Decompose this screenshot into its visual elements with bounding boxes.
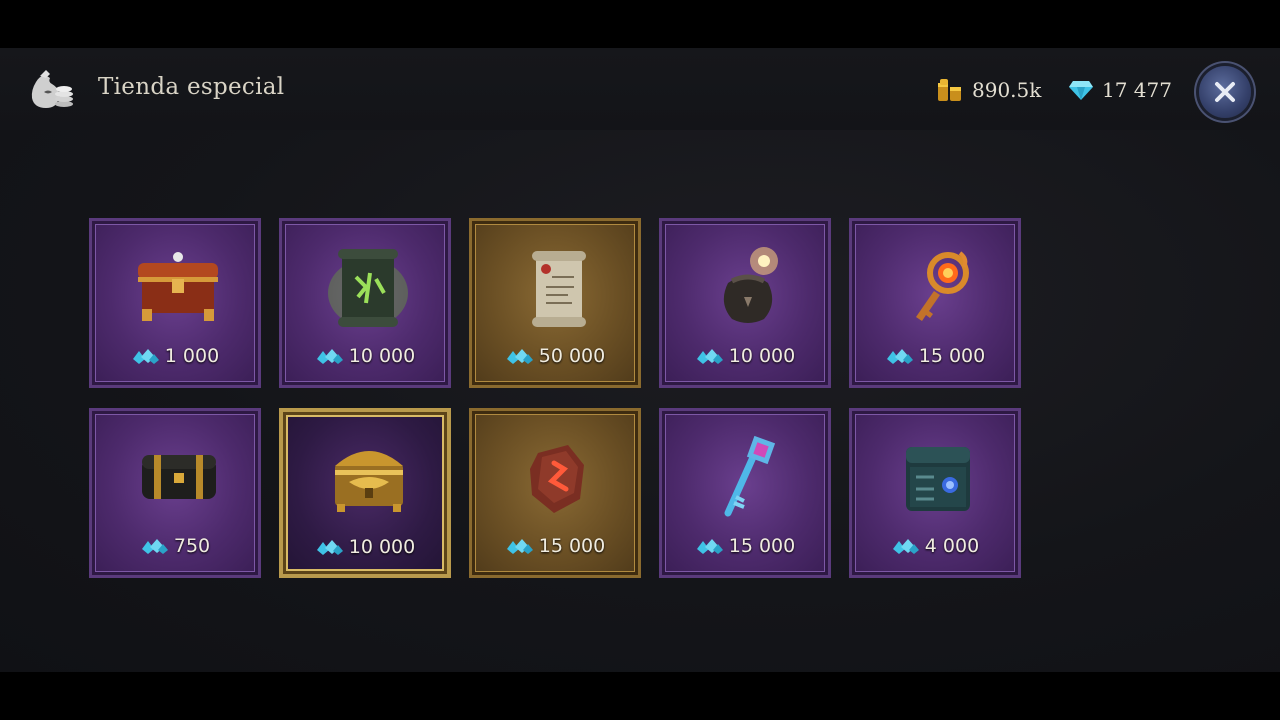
price-label: 4 000: [924, 535, 980, 557]
red-chest-icon: [138, 252, 218, 321]
item-price: 10 000: [282, 345, 448, 367]
black-chest-icon: [142, 455, 216, 499]
item-price: 750: [92, 535, 258, 557]
price-label: 15 000: [538, 535, 606, 557]
gems-icon: [886, 349, 913, 364]
price-label: 10 000: [348, 536, 416, 558]
close-button[interactable]: [1199, 66, 1251, 118]
price-label: 1 000: [164, 345, 220, 367]
shop-item-2[interactable]: 10 000: [279, 218, 451, 388]
price-label: 15 000: [918, 345, 986, 367]
shop-item-9[interactable]: 15 000: [659, 408, 831, 578]
shop-item-7[interactable]: 10 000: [279, 408, 451, 578]
gems-icon: [132, 349, 159, 364]
shop-item-6[interactable]: 750: [89, 408, 261, 578]
gold-coins-icon: [938, 79, 961, 101]
item-price: 10 000: [283, 536, 447, 558]
gold-counter: 890.5k: [936, 76, 1041, 104]
item-price: 50 000: [472, 345, 638, 367]
gems-icon: [696, 349, 723, 364]
price-label: 50 000: [538, 345, 606, 367]
green-scroll-icon: [328, 249, 408, 327]
close-icon: [1215, 82, 1235, 102]
item-price: 10 000: [662, 345, 828, 367]
gems-icon: [696, 539, 723, 554]
price-label: 750: [173, 535, 211, 557]
shop-item-1[interactable]: 1 000: [89, 218, 261, 388]
shop-item-8[interactable]: 15 000: [469, 408, 641, 578]
page-title: Tienda especial: [98, 74, 285, 100]
gems-icon: [316, 349, 343, 364]
fire-key-icon: [916, 251, 969, 321]
gems-counter: 17 477: [1068, 76, 1172, 104]
gems-icon: [506, 539, 533, 554]
shop-item-4[interactable]: 10 000: [659, 218, 831, 388]
parchment-scroll-icon: [532, 251, 586, 327]
gems-icon: [316, 540, 343, 555]
item-price: 1 000: [92, 345, 258, 367]
item-price: 15 000: [472, 535, 638, 557]
item-price: 15 000: [662, 535, 828, 557]
teal-chest-icon: [906, 447, 970, 511]
item-price: 4 000: [852, 535, 1018, 557]
item-price: 15 000: [852, 345, 1018, 367]
gold-amount: 890.5k: [972, 78, 1042, 102]
gems-icon: [506, 349, 533, 364]
coin-bag-icon: [31, 70, 73, 108]
gems-icon: [892, 539, 919, 554]
shop-item-5[interactable]: 15 000: [849, 218, 1021, 388]
gems-amount: 17 477: [1102, 78, 1172, 102]
price-label: 10 000: [348, 345, 416, 367]
crystal-key-icon: [724, 435, 776, 517]
shop-item-10[interactable]: 4 000: [849, 408, 1021, 578]
glowing-pouch-icon: [723, 247, 778, 323]
rune-stone-icon: [530, 445, 584, 513]
gems-icon: [141, 539, 168, 554]
shop-header: Tienda especial 890.5k 17 477: [0, 48, 1280, 130]
diamond-icon: [1069, 81, 1093, 100]
price-label: 15 000: [728, 535, 796, 557]
price-label: 10 000: [728, 345, 796, 367]
shop-item-3[interactable]: 50 000: [469, 218, 641, 388]
shop-screen: Tienda especial 890.5k 17 477 1 000 10 0…: [0, 48, 1280, 672]
golden-chest-icon: [335, 451, 403, 512]
